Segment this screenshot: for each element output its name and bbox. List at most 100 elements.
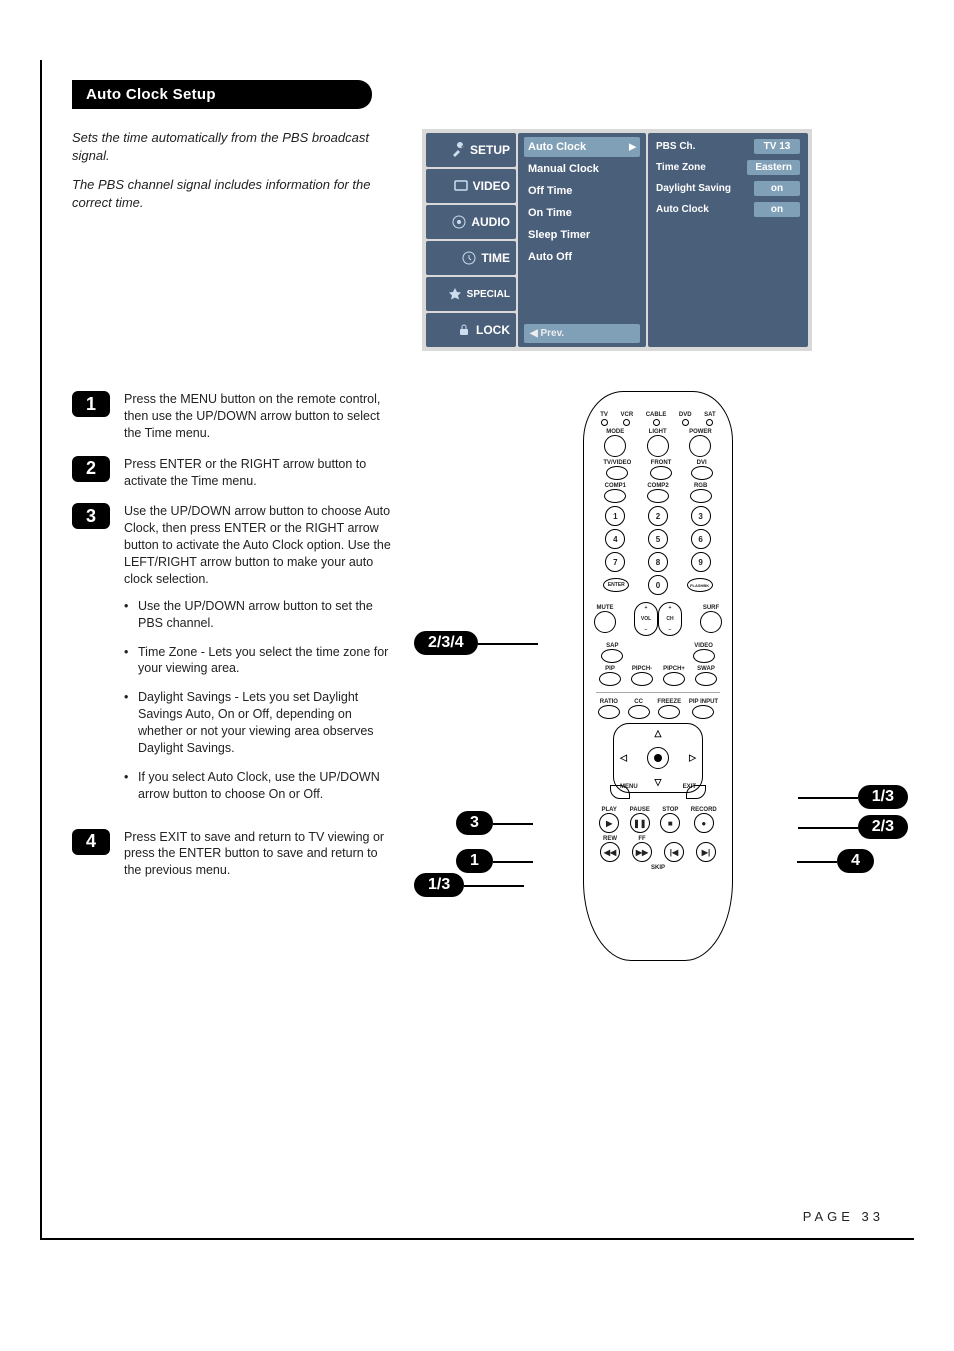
- osd-row-value: on: [754, 202, 800, 217]
- exit-button: [686, 785, 706, 799]
- step-text: Press EXIT to save and return to TV view…: [124, 829, 392, 880]
- dpad-up-icon: △: [655, 728, 662, 739]
- led-label: VCR: [620, 412, 633, 418]
- num-button: 3: [691, 506, 711, 526]
- rgb-button: [690, 489, 712, 503]
- lock-icon: [456, 322, 472, 338]
- step-number: 1: [72, 391, 110, 417]
- monitor-icon: [453, 178, 469, 194]
- osd-tab-label: TIME: [481, 251, 510, 265]
- led-label: TV: [600, 412, 608, 418]
- osd-row: Time Zone Eastern: [656, 160, 800, 175]
- osd-row-label: Auto Clock: [656, 204, 709, 215]
- led-icon: [623, 419, 630, 426]
- flashbk-button: FLASHBK: [687, 578, 713, 592]
- num-button: 0: [648, 575, 668, 595]
- comp2-button: [647, 489, 669, 503]
- osd-panel: PBS Ch. TV 13 Time Zone Eastern Daylight…: [648, 133, 808, 347]
- pip-button: [599, 672, 621, 686]
- page-number: PAGE 33: [803, 1209, 884, 1224]
- step-1: 1 Press the MENU button on the remote co…: [72, 391, 392, 442]
- ratio-button: [598, 705, 620, 719]
- video-button: [693, 649, 715, 663]
- osd-item: On Time: [524, 203, 640, 223]
- osd-row-value: TV 13: [754, 139, 800, 154]
- osd-tab-video: VIDEO: [426, 169, 516, 203]
- led-icon: [706, 419, 713, 426]
- osd-tab-label: AUDIO: [471, 215, 510, 229]
- remote-mode-leds: TV VCR CABLE DVD SAT: [594, 412, 722, 426]
- osd-tab-setup: SETUP: [426, 133, 516, 167]
- osd-row-label: PBS Ch.: [656, 141, 695, 152]
- osd-row: Daylight Saving on: [656, 181, 800, 196]
- ch-rocker: +CH−: [658, 602, 682, 636]
- osd-tab-audio: AUDIO: [426, 205, 516, 239]
- play-button: ▶: [599, 813, 619, 833]
- callout-enter: 2/3/4: [414, 631, 478, 655]
- bullet: Time Zone - Lets you select the time zon…: [124, 644, 392, 678]
- tvvideo-button: [606, 466, 628, 480]
- bullet: Daylight Savings - Lets you set Daylight…: [124, 689, 392, 757]
- bullet: If you select Auto Clock, use the UP/DOW…: [124, 769, 392, 803]
- led-icon: [682, 419, 689, 426]
- remote-control: TV VCR CABLE DVD SAT MODE LIGHT POWER TV…: [583, 391, 733, 961]
- page: Auto Clock Setup Sets the time automatic…: [40, 60, 914, 1240]
- step-number: 4: [72, 829, 110, 855]
- steps-list: 1 Press the MENU button on the remote co…: [72, 391, 392, 893]
- num-button: 2: [648, 506, 668, 526]
- power-button: [689, 435, 711, 457]
- sap-button: [601, 649, 623, 663]
- skip-fwd-button: ▶|: [696, 842, 716, 862]
- stop-button: ■: [660, 813, 680, 833]
- osd-row: Auto Clock on: [656, 202, 800, 217]
- record-button: ●: [694, 813, 714, 833]
- osd-prev: ◀ Prev.: [524, 324, 640, 343]
- step-text-body: Use the UP/DOWN arrow button to choose A…: [124, 504, 391, 586]
- callout-dpad-right: 2/3: [858, 815, 908, 839]
- num-button: 8: [648, 552, 668, 572]
- star-icon: [447, 286, 463, 302]
- comp1-button: [604, 489, 626, 503]
- osd-row-label: Time Zone: [656, 162, 706, 173]
- menu-button: [610, 785, 630, 799]
- dpad-center-icon: [647, 747, 669, 769]
- osd-tab-time: TIME: [426, 241, 516, 275]
- intro-p1: Sets the time automatically from the PBS…: [72, 129, 392, 164]
- num-button: 7: [605, 552, 625, 572]
- step-2: 2 Press ENTER or the RIGHT arrow button …: [72, 456, 392, 490]
- osd-tab-label: SPECIAL: [467, 289, 510, 300]
- osd-item: Off Time: [524, 181, 640, 201]
- callout-exit: 4: [837, 849, 874, 873]
- callout-dpad-left: 3: [456, 811, 493, 835]
- intro-p2: The PBS channel signal includes informat…: [72, 176, 392, 211]
- num-button: 9: [691, 552, 711, 572]
- osd-menu: SETUP VIDEO AUDIO TIME SPECIAL: [422, 129, 812, 351]
- osd-row: PBS Ch. TV 13: [656, 139, 800, 154]
- pipch-minus-button: [631, 672, 653, 686]
- step-number: 2: [72, 456, 110, 482]
- skip-back-button: |◀: [664, 842, 684, 862]
- pause-button: ❚❚: [630, 813, 650, 833]
- led-label: CABLE: [646, 412, 667, 418]
- section-title: Auto Clock Setup: [72, 80, 372, 109]
- freeze-button: [658, 705, 680, 719]
- step-text: Press ENTER or the RIGHT arrow button to…: [124, 456, 392, 490]
- step-bullets: Use the UP/DOWN arrow button to set the …: [124, 598, 392, 803]
- step-text: Press the MENU button on the remote cont…: [124, 391, 392, 442]
- osd-item-autoclock: Auto Clock: [524, 137, 640, 157]
- osd-item: Auto Off: [524, 247, 640, 267]
- osd-row-value: on: [754, 181, 800, 196]
- speaker-icon: [451, 214, 467, 230]
- dpad-down-icon: ▽: [655, 777, 662, 788]
- vol-rocker: +VOL−: [634, 602, 658, 636]
- remote-diagram: TV VCR CABLE DVD SAT MODE LIGHT POWER TV…: [432, 391, 884, 961]
- osd-item: Manual Clock: [524, 159, 640, 179]
- osd-tab-label: LOCK: [476, 323, 510, 337]
- step-number: 3: [72, 503, 110, 529]
- step-text: Use the UP/DOWN arrow button to choose A…: [124, 503, 392, 814]
- enter-button: ENTER: [603, 578, 629, 592]
- osd-tab-label: VIDEO: [473, 179, 510, 193]
- callout-dpad-bl: 1/3: [414, 873, 464, 897]
- ff-button: ▶▶: [632, 842, 652, 862]
- wrench-icon: [450, 142, 466, 158]
